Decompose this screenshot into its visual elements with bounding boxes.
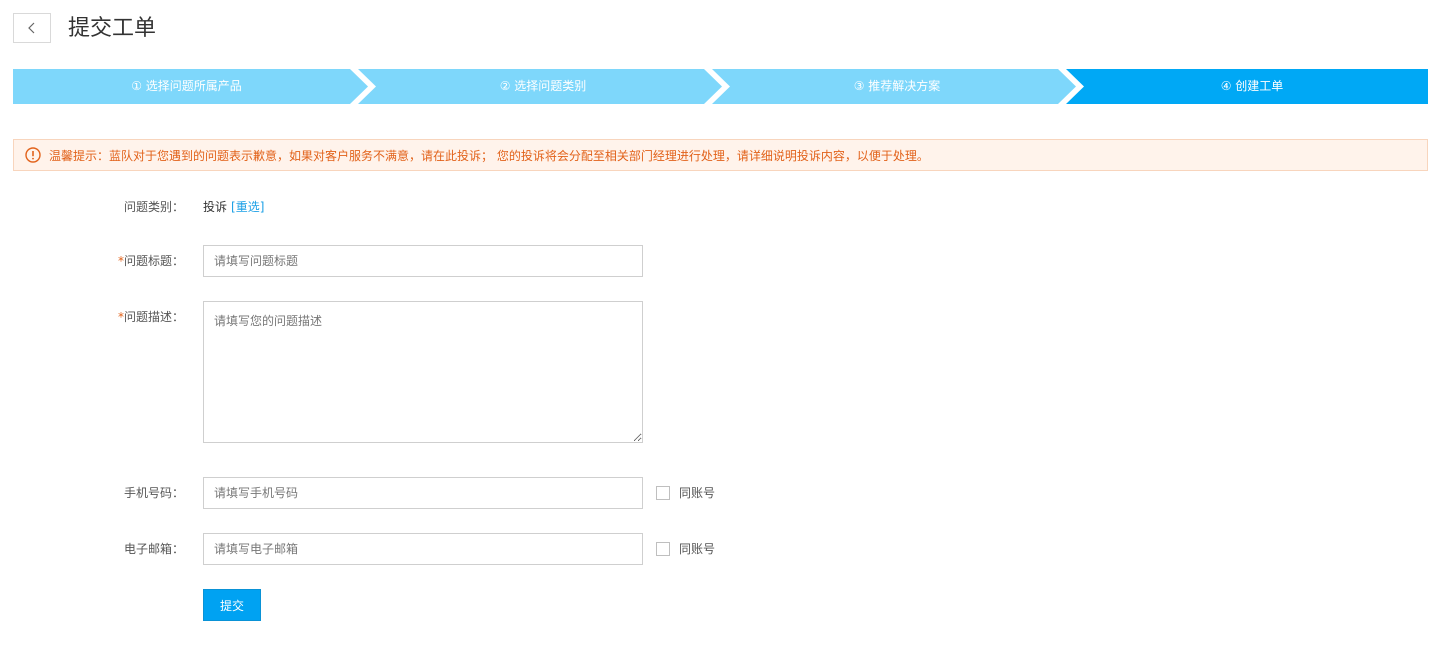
submit-button[interactable]: 提交: [203, 589, 261, 621]
page-title: 提交工单: [68, 16, 157, 41]
email-same-account-checkbox[interactable]: 同账号: [656, 540, 715, 557]
warning-circle-icon: [25, 147, 41, 163]
back-button[interactable]: [13, 13, 51, 43]
email-label: 电子邮箱：: [123, 542, 184, 556]
title-label: *问题标题：: [118, 253, 184, 269]
checkbox-box[interactable]: [656, 485, 670, 500]
email-input[interactable]: [203, 533, 643, 565]
category-label: 问题类别：: [123, 200, 184, 214]
checkbox-label: 同账号: [679, 486, 716, 500]
notice-text: 温馨提示：蓝队对于您遇到的问题表示歉意，如果对客户服务不满意，请在此投诉； 您的…: [49, 148, 929, 163]
description-textarea[interactable]: [203, 301, 643, 443]
step-4-label: ④ 创建工单: [1220, 79, 1284, 93]
phone-input[interactable]: [203, 477, 643, 509]
description-label-text: 问题描述：: [123, 310, 184, 324]
reselect-link[interactable]: [重选]: [231, 200, 264, 214]
title-input[interactable]: [203, 245, 643, 277]
notice-banner: 温馨提示：蓝队对于您遇到的问题表示歉意，如果对客户服务不满意，请在此投诉； 您的…: [13, 139, 1428, 171]
checkbox-box[interactable]: [656, 541, 670, 556]
category-value: 投诉: [203, 200, 228, 214]
description-label: *问题描述：: [118, 309, 184, 325]
chevron-left-icon: [28, 22, 35, 34]
step-1-label: ① 选择问题所属产品: [131, 79, 242, 93]
phone-same-account-checkbox[interactable]: 同账号: [656, 484, 715, 501]
step-2-label: ② 选择问题类别: [499, 79, 587, 93]
step-3-label: ③ 推荐解决方案: [853, 79, 941, 93]
checkbox-label: 同账号: [679, 542, 716, 556]
step-progress-bar: ① 选择问题所属产品 ② 选择问题类别 ③ 推荐解决方案 ④ 创建工单: [13, 69, 1428, 104]
phone-label: 手机号码：: [123, 486, 184, 500]
title-label-text: 问题标题：: [123, 254, 184, 268]
category-value-wrap: 投诉 [重选]: [203, 199, 264, 215]
